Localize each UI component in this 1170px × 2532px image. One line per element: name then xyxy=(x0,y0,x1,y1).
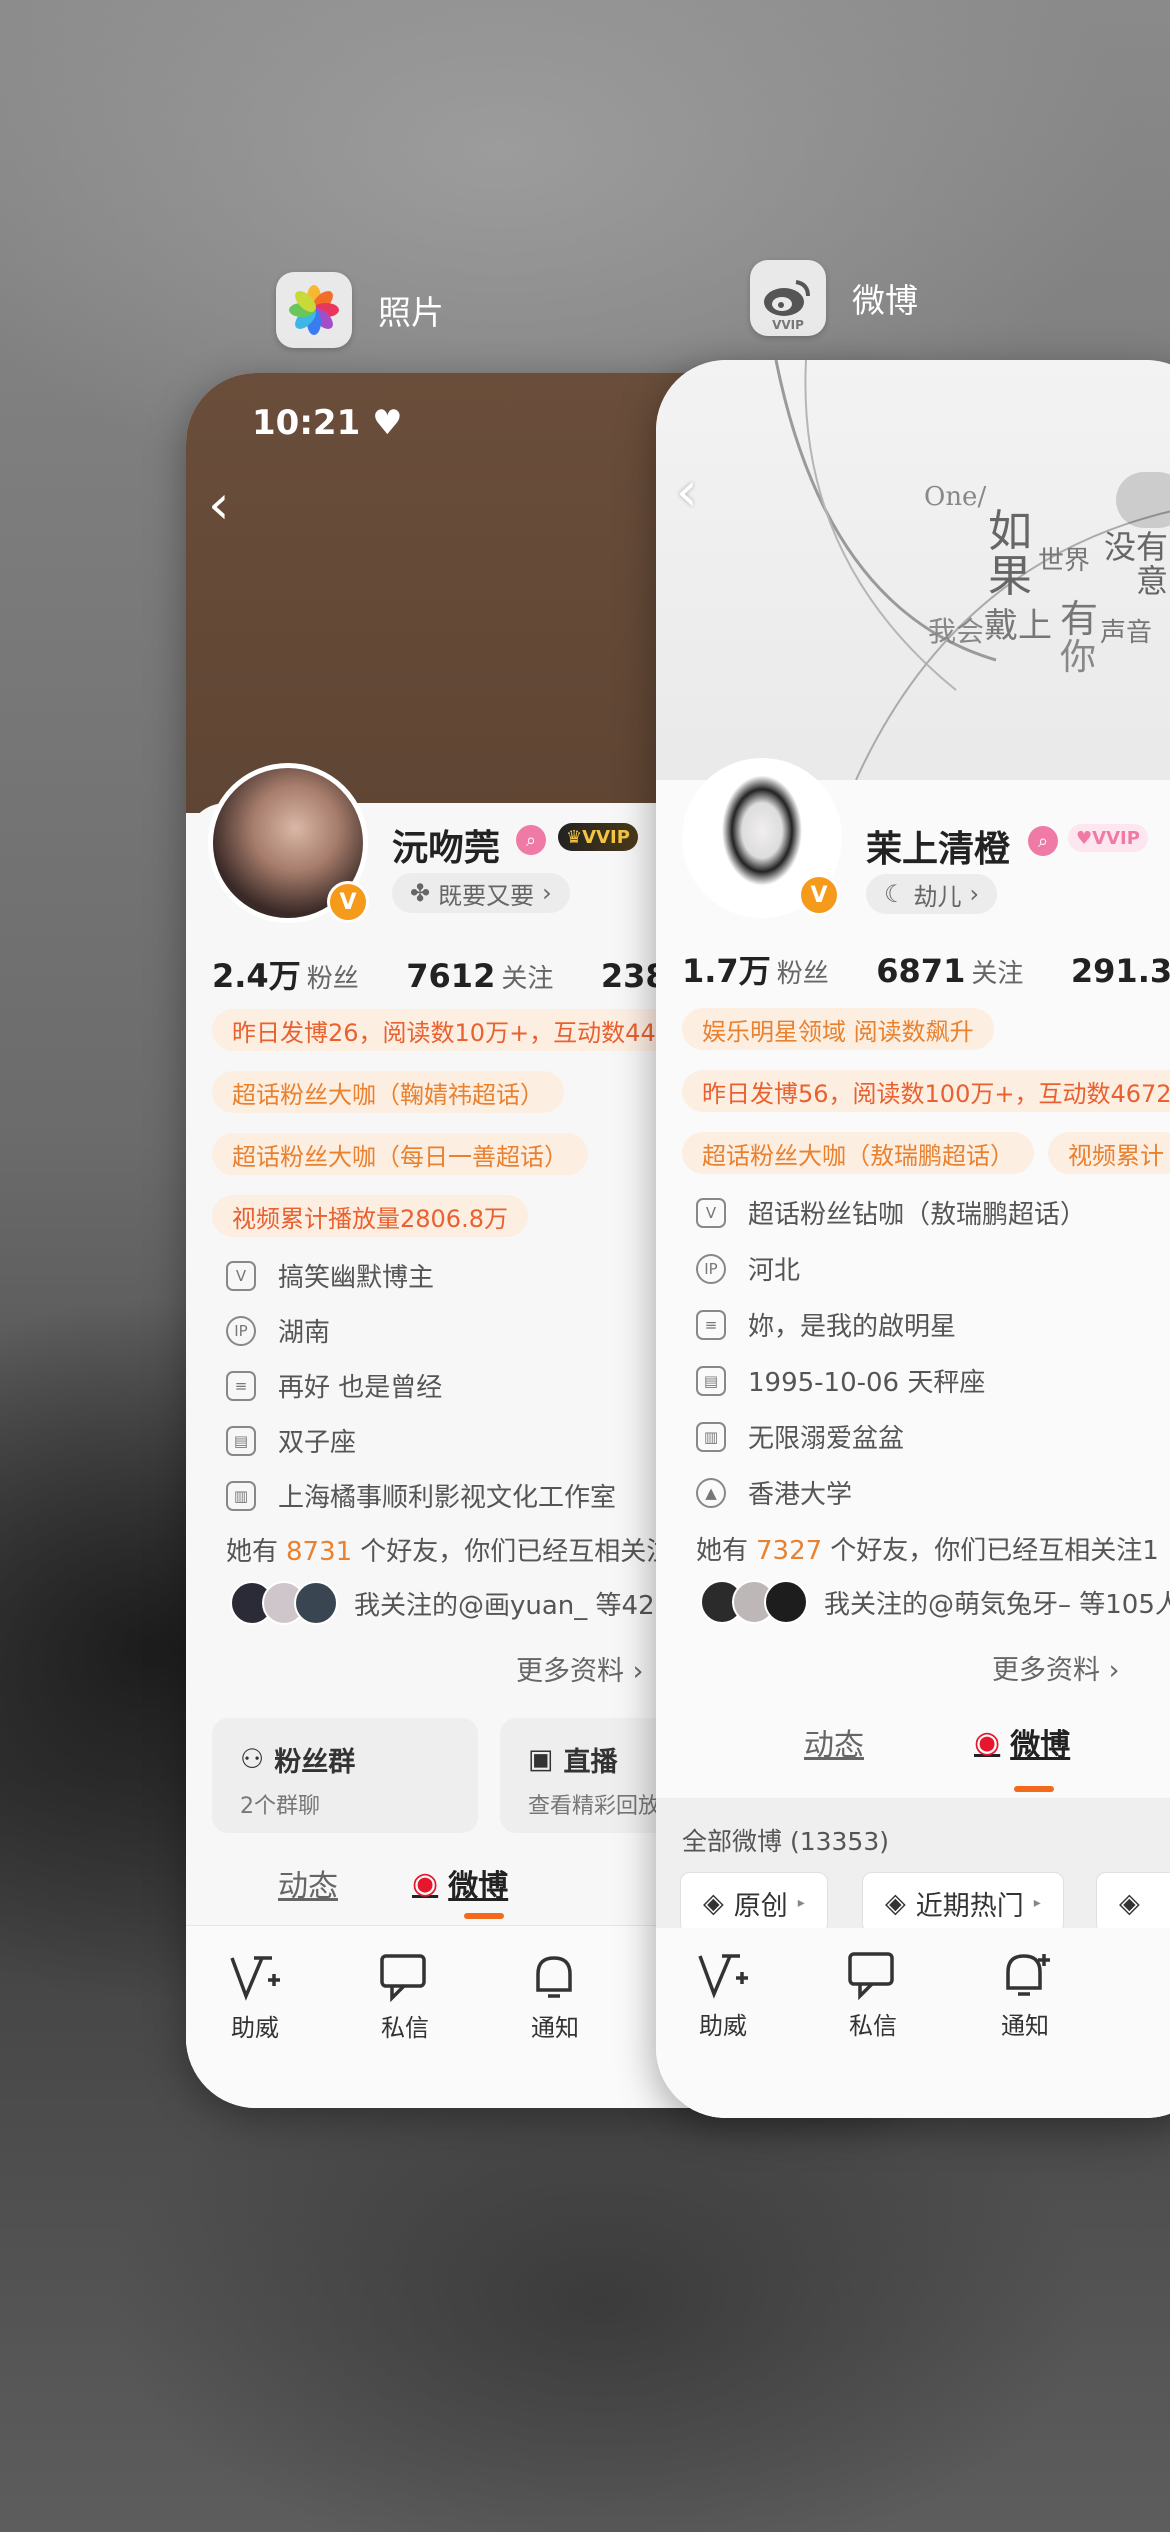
status-bar-time: 10:21 ♥ xyxy=(252,403,403,443)
v-plus-icon xyxy=(698,1954,748,1999)
action-pill[interactable] xyxy=(1116,472,1170,528)
calendar-icon: ▤ xyxy=(696,1365,726,1396)
mini-avatar xyxy=(294,1581,338,1625)
tv-icon: ▣ xyxy=(528,1744,554,1775)
more-info-link[interactable]: 更多资料 › xyxy=(992,1648,1119,1687)
ip-icon: IP xyxy=(226,1315,256,1346)
shield-v-icon: V xyxy=(696,1197,726,1228)
cover-swirl-lines xyxy=(774,360,1170,781)
verified-badge: V xyxy=(798,874,840,916)
weibo-app-label[interactable]: VVIP 微博 xyxy=(750,260,918,336)
all-weibo-count: 全部微博 (13353) xyxy=(682,1827,889,1856)
weibo-app-icon: VVIP xyxy=(750,260,826,336)
info-row: ▤ 1995-10-06 天秤座 xyxy=(696,1362,985,1399)
fan-group-box[interactable]: ⚇ 粉丝群 2个群聊 xyxy=(212,1718,478,1833)
weibo-logo-icon: ◉ xyxy=(412,1865,439,1901)
info-row: ≡ 再好 也是曾经 xyxy=(226,1367,442,1404)
building-icon: ▥ xyxy=(226,1480,256,1511)
cheer-button[interactable]: 助威 xyxy=(228,1952,282,2043)
profile-tag[interactable]: 视频累计播放量2806.8万 xyxy=(212,1195,528,1237)
message-button[interactable]: 私信 xyxy=(846,1950,900,2041)
building-icon: ▥ xyxy=(696,1421,726,1452)
info-row: ▥ 无限溺爱盆盆 xyxy=(696,1418,904,1455)
v-plus-icon xyxy=(230,1956,280,2001)
info-row: V 搞笑幽默博主 xyxy=(226,1257,434,1294)
calendar-icon: ▤ xyxy=(226,1425,256,1456)
info-row: IP 河北 xyxy=(696,1250,800,1287)
info-row: ▲ 香港大学 xyxy=(696,1474,852,1511)
bell-plus-icon xyxy=(1006,1954,1050,1996)
profile-chip[interactable]: ✤ 既要又要 › xyxy=(392,873,570,913)
bottom-bar: 助威 私信 通知 xyxy=(656,1928,1170,2118)
info-row: ≡ 妳，是我的啟明星 xyxy=(696,1306,956,1343)
vvip-badge[interactable]: ♥ VVIP xyxy=(1068,824,1148,852)
chat-icon xyxy=(380,1954,426,2002)
profile-tag[interactable]: 超话粉丝大咖（鞠婧祎超话） xyxy=(212,1071,564,1113)
mini-avatar xyxy=(764,1580,808,1624)
layers-icon: ◈ xyxy=(885,1887,906,1919)
friends-line[interactable]: 她有 8731 个好友，你们已经互相关注 xyxy=(226,1531,672,1568)
message-button[interactable]: 私信 xyxy=(378,1952,432,2043)
notify-button[interactable]: 通知 xyxy=(998,1950,1052,2041)
back-chevron-icon[interactable]: ‹ xyxy=(676,460,698,523)
profile-stats: 1.7万粉丝 6871关注 291.3万转 xyxy=(682,952,1170,990)
info-row: V 超话粉丝钻咖（敖瑞鹏超话） xyxy=(696,1194,1086,1231)
filter-original[interactable]: ◈ 原创 ▸ xyxy=(680,1872,828,1934)
info-row: ▥ 上海橘事顺利影视文化工作室 xyxy=(226,1477,616,1514)
heart-icon: ♥ xyxy=(372,403,403,443)
tab-indicator xyxy=(464,1913,504,1919)
profile-tag[interactable]: 昨日发博56，阅读数100万+，互动数4672 xyxy=(682,1070,1170,1112)
tab-dynamic[interactable]: 动态 xyxy=(804,1720,864,1764)
chat-icon xyxy=(848,1952,894,2000)
vvip-icon-badge: VVIP xyxy=(772,318,804,332)
search-pink-icon[interactable]: ⌕ xyxy=(516,825,546,855)
profile-name: 茉上清橙 xyxy=(866,829,1011,870)
filter-more[interactable]: ◈ xyxy=(1096,1872,1170,1934)
profile-tabs: 动态 ◉ 微博 xyxy=(804,1720,1070,1764)
profile-tag[interactable]: 超话粉丝大咖（每日一善超话） xyxy=(212,1133,588,1175)
verified-badge: V xyxy=(327,881,369,923)
weibo-logo-icon: ◉ xyxy=(974,1724,1001,1760)
search-pink-icon[interactable]: ⌕ xyxy=(1028,826,1058,856)
info-row: IP 湖南 xyxy=(226,1312,330,1349)
back-chevron-icon[interactable]: ‹ xyxy=(208,473,230,536)
friends-line[interactable]: 她有 7327 个好友，你们已经互相关注1 xyxy=(696,1530,1159,1567)
tab-weibo[interactable]: ◉ 微博 xyxy=(974,1720,1070,1764)
weibo-app-name: 微博 xyxy=(852,281,918,320)
group-icon: ⚇ xyxy=(240,1744,265,1775)
layers-icon: ◈ xyxy=(703,1887,724,1919)
photos-app-icon xyxy=(276,272,352,348)
tab-weibo[interactable]: ◉ 微博 xyxy=(412,1861,508,1905)
moon-icon: ☾ xyxy=(884,880,906,908)
profile-name: 沅吻莞 xyxy=(392,828,501,869)
tab-indicator xyxy=(1014,1786,1054,1792)
ip-icon: IP xyxy=(696,1253,726,1284)
notify-button[interactable]: 通知 xyxy=(528,1952,582,2043)
profile-tag[interactable]: 视频累计 xyxy=(1048,1132,1170,1174)
document-icon: ≡ xyxy=(226,1370,256,1401)
weibo-app-card[interactable]: One/ 如 果 世界 没有 意 我会 戴上 有 你 声音 ‹ V 茉上清橙 ⌕… xyxy=(656,360,1170,2118)
bell-icon xyxy=(536,1956,572,1998)
shield-v-icon: V xyxy=(226,1260,256,1291)
tab-dynamic[interactable]: 动态 xyxy=(278,1861,338,1905)
photos-app-name: 照片 xyxy=(378,293,444,332)
vvip-badge[interactable]: ♛ VVIP xyxy=(558,823,638,851)
profile-chip[interactable]: ☾ 劫儿 › xyxy=(866,874,998,914)
filter-hot[interactable]: ◈ 近期热门 ▸ xyxy=(862,1872,1064,1934)
document-icon: ≡ xyxy=(696,1309,726,1340)
profile-tag[interactable]: 超话粉丝大咖（敖瑞鹏超话） xyxy=(682,1132,1034,1174)
profile-tag[interactable]: 昨日发博26，阅读数10万+，互动数441 xyxy=(212,1009,691,1051)
common-follow-line[interactable]: 我关注的@萌気兔牙– 等105人 xyxy=(700,1580,1170,1624)
common-follow-line[interactable]: 我关注的@画yuan_ 等420人 xyxy=(230,1581,697,1625)
clover-icon: ✤ xyxy=(410,879,431,907)
photos-app-label[interactable]: 照片 xyxy=(276,272,444,348)
info-row: ▤ 双子座 xyxy=(226,1422,356,1459)
layers-icon: ◈ xyxy=(1119,1887,1140,1919)
more-info-link[interactable]: 更多资料 › xyxy=(516,1649,643,1688)
cheer-button[interactable]: 助威 xyxy=(696,1950,750,2041)
profile-cover: One/ 如 果 世界 没有 意 我会 戴上 有 你 声音 xyxy=(656,360,1170,800)
graduation-icon: ▲ xyxy=(696,1477,726,1508)
profile-tag[interactable]: 娱乐明星领域 阅读数飙升 xyxy=(682,1008,994,1050)
profile-tabs: 动态 ◉ 微博 xyxy=(278,1861,508,1905)
